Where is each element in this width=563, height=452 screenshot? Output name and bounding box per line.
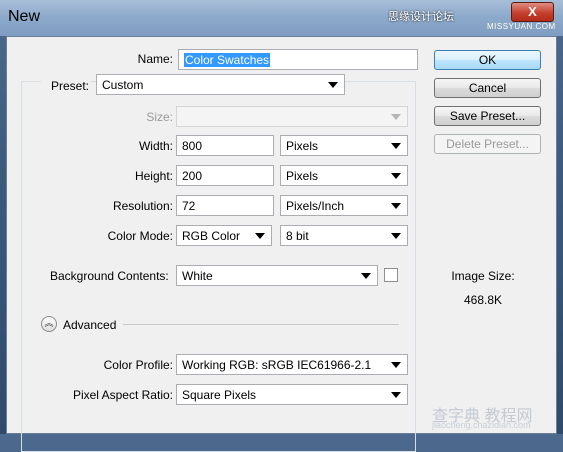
image-size-value: 468.8K <box>463 293 503 307</box>
watermark-site: MISSYUAN.COM <box>487 22 556 31</box>
chevron-down-icon <box>361 273 371 279</box>
color-mode-value: RGB Color <box>182 229 241 243</box>
width-value: 800 <box>182 139 203 153</box>
width-label: Width: <box>138 139 173 153</box>
ok-button[interactable]: OK <box>434 50 541 70</box>
width-field[interactable]: 800 <box>176 135 274 156</box>
advanced-divider <box>123 324 399 325</box>
resolution-unit-select[interactable]: Pixels/Inch <box>280 195 408 216</box>
resolution-value: 72 <box>182 199 196 213</box>
close-icon: X <box>528 4 537 19</box>
title-bar[interactable]: New 思缘设计论坛 X MISSYUAN.COM <box>0 0 563 36</box>
name-label: Name: <box>137 52 173 66</box>
preset-value: Custom <box>102 78 144 92</box>
cancel-button[interactable]: Cancel <box>434 78 541 98</box>
color-profile-label: Color Profile: <box>103 358 173 372</box>
chevron-down-icon <box>391 114 401 120</box>
chevron-down-icon <box>391 362 401 368</box>
background-contents-select[interactable]: White <box>176 265 378 286</box>
pixel-aspect-value: Square Pixels <box>182 388 257 402</box>
chevron-down-icon <box>391 143 401 149</box>
height-value: 200 <box>182 169 203 183</box>
color-profile-select[interactable]: Working RGB: sRGB IEC61966-2.1 <box>176 354 408 375</box>
chevron-down-icon <box>391 203 401 209</box>
resolution-label: Resolution: <box>112 199 173 213</box>
chevron-down-icon <box>255 233 265 239</box>
bit-depth-value: 8 bit <box>286 229 309 243</box>
preset-select[interactable]: Custom <box>96 74 345 95</box>
collapse-icon[interactable]: ︽ <box>41 316 57 332</box>
size-label: Size: <box>146 110 173 124</box>
close-button[interactable]: X <box>511 2 554 22</box>
name-field[interactable]: Color Swatches <box>178 49 418 70</box>
chevron-down-icon <box>391 233 401 239</box>
background-color-swatch[interactable] <box>384 268 398 282</box>
watermark-text: 思缘设计论坛 <box>388 11 454 23</box>
dialog-body: Name: Color Swatches Preset: Custom Size… <box>6 36 557 452</box>
resolution-unit: Pixels/Inch <box>286 199 345 213</box>
background-contents-value: White <box>182 269 213 283</box>
chevron-down-icon <box>328 82 338 88</box>
window-title: New <box>8 8 41 25</box>
chevron-down-icon <box>391 173 401 179</box>
height-field[interactable]: 200 <box>176 165 274 186</box>
save-preset-button[interactable]: Save Preset... <box>434 106 541 126</box>
pixel-aspect-select[interactable]: Square Pixels <box>176 384 408 405</box>
pixel-aspect-label: Pixel Aspect Ratio: <box>72 388 173 402</box>
width-unit-select[interactable]: Pixels <box>280 135 408 156</box>
size-select[interactable] <box>176 106 408 127</box>
bottom-watermark-url: jiaocheng.chazidian.com <box>432 420 531 430</box>
color-mode-label: Color Mode: <box>107 229 173 243</box>
background-contents-label: Background Contents: <box>50 269 169 283</box>
advanced-label: Advanced <box>63 318 117 332</box>
resolution-field[interactable]: 72 <box>176 195 274 216</box>
width-unit: Pixels <box>286 139 319 153</box>
bit-depth-select[interactable]: 8 bit <box>280 225 408 246</box>
color-profile-value: Working RGB: sRGB IEC61966-2.1 <box>182 358 372 372</box>
height-label: Height: <box>134 169 173 183</box>
height-unit-select[interactable]: Pixels <box>280 165 408 186</box>
preset-label: Preset: <box>41 79 91 93</box>
chevron-down-icon <box>391 392 401 398</box>
height-unit: Pixels <box>286 169 319 183</box>
name-value: Color Swatches <box>184 53 271 67</box>
color-mode-select[interactable]: RGB Color <box>176 225 272 246</box>
image-size-label: Image Size: <box>451 269 515 283</box>
delete-preset-button[interactable]: Delete Preset... <box>434 134 541 154</box>
